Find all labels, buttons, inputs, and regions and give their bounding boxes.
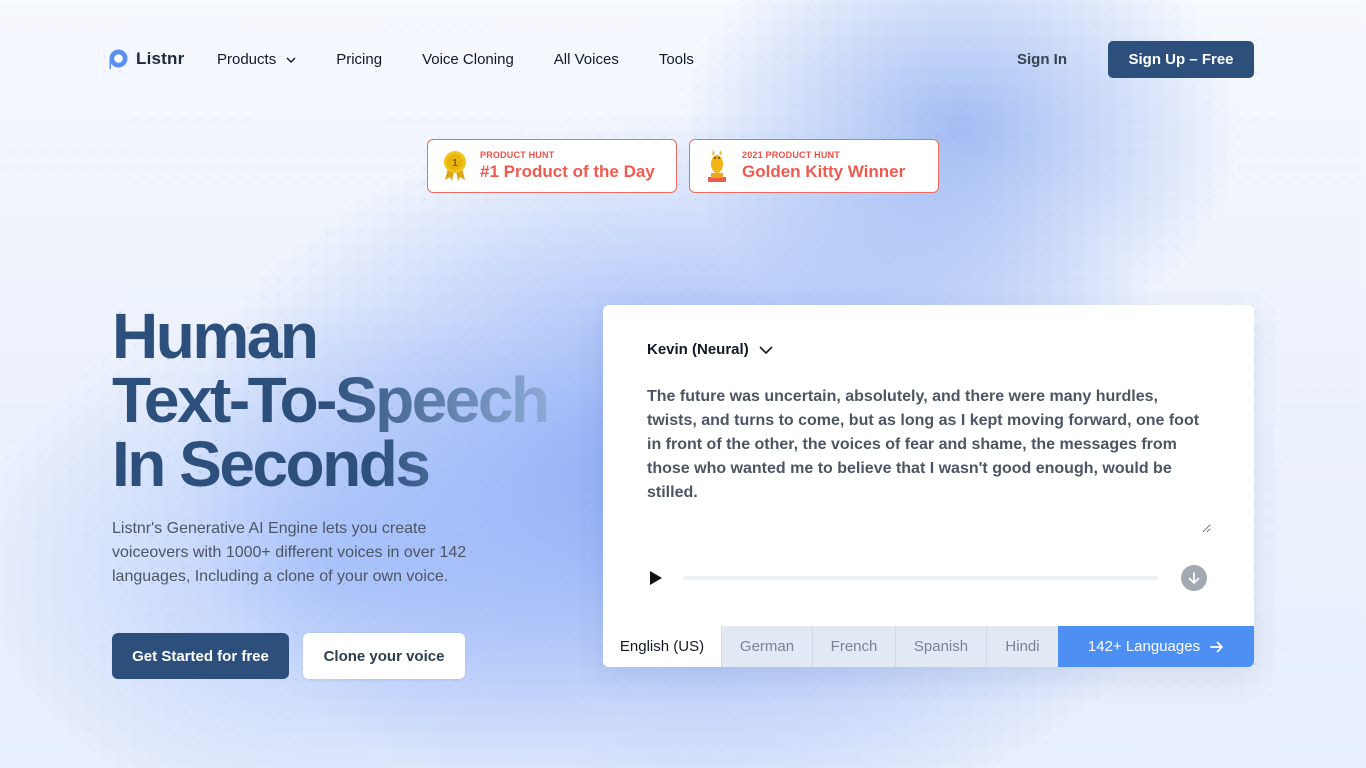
hero-title-line: Text-To-Speech <box>112 364 550 436</box>
badge-title: #1 Product of the Day <box>480 162 655 181</box>
listnr-logo-icon <box>109 49 128 69</box>
more-languages-button[interactable]: 142+ Languages <box>1058 626 1254 667</box>
voice-selector[interactable]: Kevin (Neural) <box>647 341 773 358</box>
badge-text: PRODUCT HUNT #1 Product of the Day <box>480 150 655 182</box>
nav-link-label: Pricing <box>336 51 383 68</box>
download-arrow-icon <box>1188 571 1200 584</box>
language-tab-german[interactable]: German <box>721 626 812 667</box>
get-started-button[interactable]: Get Started for free <box>112 633 289 679</box>
nav-link-label: Tools <box>658 51 694 68</box>
play-icon[interactable] <box>648 570 664 586</box>
top-navigation: Listnr Products Pricing Voice Cloning Al… <box>0 0 1366 120</box>
nav-link-pricing[interactable]: Pricing <box>336 51 382 68</box>
sign-up-button[interactable]: Sign Up – Free <box>1108 41 1254 78</box>
language-tab-french[interactable]: French <box>812 626 895 667</box>
chevron-down-icon <box>759 345 773 354</box>
badge-small-label: 2021 PRODUCT HUNT <box>742 150 840 160</box>
nav-link-voice-cloning[interactable]: Voice Cloning <box>422 51 514 68</box>
voice-name: Kevin (Neural) <box>647 341 749 358</box>
language-tab-english-us[interactable]: English (US) <box>603 626 721 667</box>
hero-title-line: Human <box>112 300 319 372</box>
product-hunt-badge[interactable]: 1 PRODUCT HUNT #1 Product of the Day <box>427 139 677 193</box>
medal-icon: 1 <box>444 151 466 181</box>
badge-small-label: PRODUCT HUNT <box>480 150 555 160</box>
more-languages-label: 142+ Languages <box>1087 638 1201 655</box>
nav-link-label: All Voices <box>553 51 619 68</box>
tts-player-card: Kevin (Neural) The future was uncertain,… <box>603 305 1254 667</box>
chevron-down-icon <box>286 57 296 63</box>
download-button[interactable] <box>1181 565 1207 591</box>
language-tab-spanish[interactable]: Spanish <box>895 626 986 667</box>
nav-link-products[interactable]: Products <box>217 51 296 68</box>
badge-text: 2021 PRODUCT HUNT Golden Kitty Winner <box>742 150 905 182</box>
golden-kitty-badge[interactable]: 2021 PRODUCT HUNT Golden Kitty Winner <box>689 139 939 193</box>
arrow-right-icon <box>1210 641 1223 652</box>
medal-number: 1 <box>452 158 458 169</box>
audio-progress-bar[interactable] <box>683 576 1158 580</box>
hero-title: Human Text-To-Speech In Seconds <box>112 300 550 496</box>
nav-link-all-voices[interactable]: All Voices <box>554 51 619 68</box>
nav-link-tools[interactable]: Tools <box>659 51 694 68</box>
tts-text-input[interactable]: The future was uncertain, absolutely, an… <box>643 381 1211 533</box>
nav-link-label: Products <box>217 51 277 68</box>
logo[interactable]: Listnr <box>108 48 184 70</box>
language-bar: English (US) German French Spanish Hindi… <box>603 626 1254 667</box>
clone-voice-button[interactable]: Clone your voice <box>303 633 465 679</box>
sign-in-link[interactable]: Sign In <box>1017 51 1067 68</box>
badge-title: Golden Kitty Winner <box>742 162 906 181</box>
logo-text: Listnr <box>136 49 185 68</box>
trophy-icon <box>708 150 726 182</box>
nav-link-label: Voice Cloning <box>422 51 514 68</box>
nav-links: Products Pricing Voice Cloning All Voice… <box>217 51 734 68</box>
hero-title-line: In Seconds <box>112 432 548 496</box>
language-tab-hindi[interactable]: Hindi <box>986 626 1058 667</box>
hero-subtitle: Listnr's Generative AI Engine lets you c… <box>112 520 467 585</box>
